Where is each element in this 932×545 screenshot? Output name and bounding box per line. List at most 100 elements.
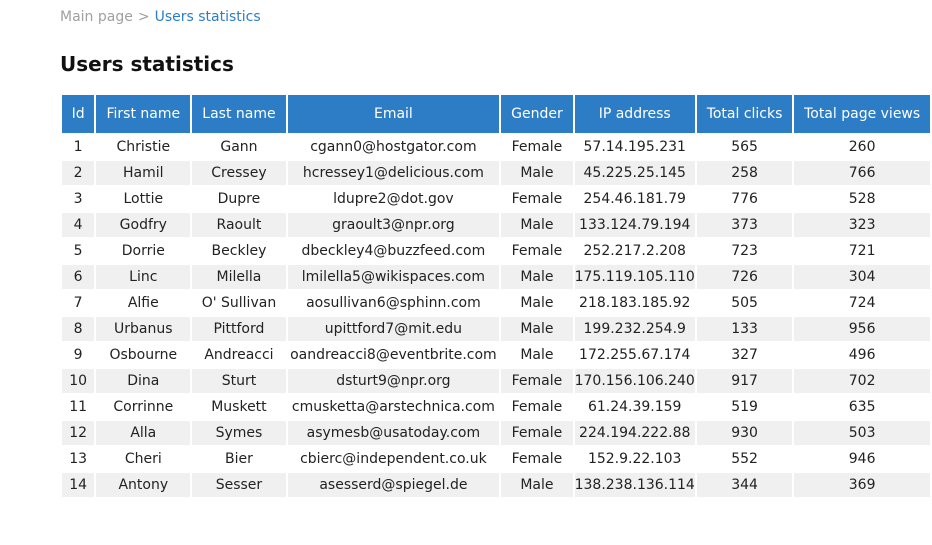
cell-total-clicks: 258 [696,161,793,185]
cell-email: asymesb@usatoday.com [287,421,500,445]
cell-first-name: Lottie [96,187,191,211]
cell-gender: Male [501,213,573,237]
cell-gender: Male [501,265,573,289]
cell-gender: Male [501,161,573,185]
cell-total-clicks: 373 [696,213,793,237]
cell-last-name: Andreacci [192,343,286,367]
cell-total-clicks: 505 [696,291,793,315]
cell-first-name: Alfie [96,291,191,315]
cell-total-page-views: 503 [794,421,930,445]
cell-total-clicks: 917 [696,369,793,393]
cell-ip-address: 175.119.105.110 [574,265,695,289]
cell-last-name: Sturt [192,369,286,393]
table-row: 13 Cheri Bier cbierc@independent.co.uk Femal… [62,447,930,471]
table-row: 8 Urbanus Pittford upittford7@mit.edu Male 19… [62,317,930,341]
column-header-ip-address[interactable]: IP address [574,95,695,133]
cell-total-clicks: 723 [696,239,793,263]
table-row: 10 Dina Sturt dsturt9@npr.org Female 170.156.… [62,369,930,393]
cell-first-name: Dorrie [96,239,191,263]
cell-total-clicks: 776 [696,187,793,211]
cell-first-name: Dina [96,369,191,393]
cell-ip-address: 172.255.67.174 [574,343,695,367]
cell-ip-address: 199.232.254.9 [574,317,695,341]
cell-ip-address: 138.238.136.114 [574,473,695,497]
cell-first-name: Corrinne [96,395,191,419]
cell-email: cbierc@independent.co.uk [287,447,500,471]
cell-ip-address: 218.183.185.92 [574,291,695,315]
page: Main page > Users statistics Users statist… [0,0,932,545]
table-header-row: Id First name Last name Email Gender IP … [62,95,930,133]
cell-total-clicks: 930 [696,421,793,445]
cell-total-page-views: 369 [794,473,930,497]
breadcrumb-home-link[interactable]: Main page [60,9,133,25]
cell-gender: Female [501,135,573,159]
cell-total-page-views: 721 [794,239,930,263]
column-header-first-name[interactable]: First name [96,95,191,133]
cell-id: 4 [62,213,95,237]
cell-last-name: Sesser [192,473,286,497]
cell-email: asesserd@spiegel.de [287,473,500,497]
cell-first-name: Urbanus [96,317,191,341]
cell-total-clicks: 327 [696,343,793,367]
breadcrumb-current-link[interactable]: Users statistics [155,9,261,25]
cell-email: lmilella5@wikispaces.com [287,265,500,289]
table-row: 3 Lottie Dupre ldupre2@dot.gov Female 254.46.… [62,187,930,211]
cell-total-page-views: 635 [794,395,930,419]
cell-last-name: Bier [192,447,286,471]
cell-id: 7 [62,291,95,315]
cell-first-name: Christie [96,135,191,159]
cell-total-page-views: 304 [794,265,930,289]
cell-id: 1 [62,135,95,159]
column-header-gender[interactable]: Gender [501,95,573,133]
cell-last-name: Pittford [192,317,286,341]
cell-last-name: Gann [192,135,286,159]
cell-gender: Male [501,473,573,497]
table-row: 2 Hamil Cressey hcressey1@delicious.com Male… [62,161,930,185]
table-row: 14 Antony Sesser asesserd@spiegel.de Male 138… [62,473,930,497]
cell-last-name: Cressey [192,161,286,185]
cell-email: aosullivan6@sphinn.com [287,291,500,315]
cell-gender: Female [501,447,573,471]
column-header-last-name[interactable]: Last name [192,95,286,133]
cell-total-clicks: 726 [696,265,793,289]
cell-last-name: Muskett [192,395,286,419]
users-statistics-table: Id First name Last name Email Gender IP … [60,93,932,499]
cell-id: 13 [62,447,95,471]
column-header-total-page-views[interactable]: Total page views [794,95,930,133]
cell-total-page-views: 323 [794,213,930,237]
cell-ip-address: 61.24.39.159 [574,395,695,419]
cell-last-name: O' Sullivan [192,291,286,315]
cell-total-clicks: 133 [696,317,793,341]
table-row: 11 Corrinne Muskett cmusketta@arstechnica.c… [62,395,930,419]
column-header-id[interactable]: Id [62,95,95,133]
table-row: 7 Alfie O' Sullivan aosullivan6@sphinn.com M… [62,291,930,315]
cell-total-page-views: 946 [794,447,930,471]
cell-total-clicks: 519 [696,395,793,419]
cell-first-name: Osbourne [96,343,191,367]
column-header-total-clicks[interactable]: Total clicks [696,95,793,133]
cell-first-name: Antony [96,473,191,497]
cell-email: dbeckley4@buzzfeed.com [287,239,500,263]
cell-ip-address: 57.14.195.231 [574,135,695,159]
cell-gender: Male [501,343,573,367]
cell-id: 8 [62,317,95,341]
table-row: 9 Osbourne Andreacci oandreacci8@eventbrite… [62,343,930,367]
column-header-email[interactable]: Email [287,95,500,133]
cell-total-page-views: 724 [794,291,930,315]
cell-gender: Female [501,239,573,263]
cell-total-page-views: 528 [794,187,930,211]
cell-total-page-views: 496 [794,343,930,367]
cell-total-clicks: 344 [696,473,793,497]
cell-email: hcressey1@delicious.com [287,161,500,185]
cell-email: ldupre2@dot.gov [287,187,500,211]
cell-id: 3 [62,187,95,211]
cell-email: graoult3@npr.org [287,213,500,237]
cell-ip-address: 254.46.181.79 [574,187,695,211]
cell-first-name: Hamil [96,161,191,185]
page-title: Users statistics [60,52,234,76]
cell-total-clicks: 565 [696,135,793,159]
cell-ip-address: 224.194.222.88 [574,421,695,445]
cell-ip-address: 152.9.22.103 [574,447,695,471]
cell-total-page-views: 702 [794,369,930,393]
table-row: 5 Dorrie Beckley dbeckley4@buzzfeed.com Fema… [62,239,930,263]
